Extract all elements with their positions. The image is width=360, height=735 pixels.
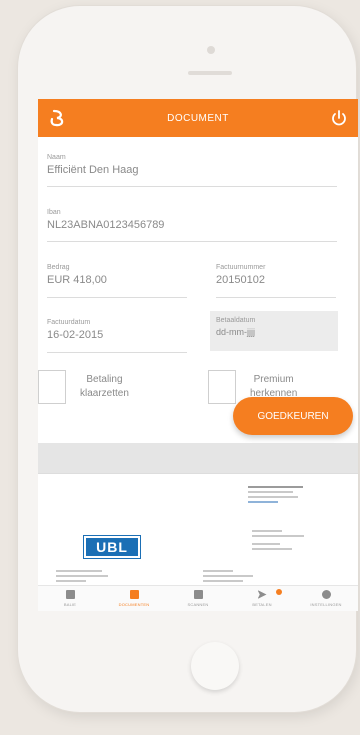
factuurdatum-label: Factuurdatum — [47, 319, 91, 326]
nav-item-instellingen[interactable]: INSTELLINGEN — [294, 586, 358, 611]
iban-field[interactable]: Iban NL23ABNA0123456789 — [47, 209, 337, 242]
factuurnummer-field[interactable]: Factuurnummer 20150102 — [216, 264, 336, 298]
nav-label-betalen: BETALEN — [252, 602, 272, 607]
betaling-checkbox-row[interactable]: Betaling klaarzetten — [38, 370, 129, 404]
naam-label: Naam — [47, 154, 66, 161]
invoice-meta-block — [203, 570, 263, 585]
betaling-label-line2: klaarzetten — [80, 388, 129, 399]
bottom-navigation: BALIE DOCUMENTEN SCANNEN BETALEN INSTELL… — [38, 585, 358, 611]
sender-address-block — [248, 486, 308, 506]
camera-dot — [207, 46, 215, 54]
naam-field[interactable]: Naam Efficiënt Den Haag — [47, 154, 337, 187]
betaaldatum-value: dd-mm-jjjj — [216, 327, 255, 337]
gear-icon — [321, 590, 331, 599]
nav-item-scannen[interactable]: SCANNEN — [166, 586, 230, 611]
speaker-slot — [188, 71, 232, 75]
home-button[interactable] — [191, 642, 239, 690]
app-bar: DOCUMENT — [38, 99, 358, 137]
approve-button[interactable]: GOEDKEUREN — [233, 397, 353, 435]
ubl-logo: UBL — [84, 536, 140, 558]
betaaldatum-label: Betaaldatum — [216, 317, 256, 324]
factuurdatum-value: 16-02-2015 — [47, 329, 104, 341]
nav-label-documenten: DOCUMENTEN — [118, 602, 150, 607]
bedrag-label: Bedrag — [47, 264, 70, 271]
premium-checkbox[interactable] — [208, 370, 236, 404]
invoice-preview[interactable]: UBL — [38, 473, 358, 585]
brand-logo-icon — [50, 109, 64, 127]
betaaldatum-field[interactable]: Betaaldatum dd-mm-jjjj — [210, 311, 338, 351]
send-icon — [257, 590, 267, 599]
recipient-block — [56, 570, 116, 585]
notification-badge — [276, 589, 282, 595]
bedrag-field[interactable]: Bedrag EUR 418,00 — [47, 264, 187, 298]
contact-block — [252, 530, 312, 553]
naam-value: Efficiënt Den Haag — [47, 164, 139, 176]
nav-item-betalen[interactable]: BETALEN — [230, 586, 294, 611]
betaling-checkbox[interactable] — [38, 370, 66, 404]
nav-item-balie[interactable]: BALIE — [38, 586, 102, 611]
document-icon — [129, 590, 139, 599]
app-screen: DOCUMENT Naam Efficiënt Den Haag Iban NL… — [38, 99, 358, 611]
camera-icon — [193, 590, 203, 599]
power-icon[interactable] — [330, 109, 348, 127]
nav-item-documenten[interactable]: DOCUMENTEN — [102, 586, 166, 611]
premium-label-line1: Premium — [253, 374, 294, 385]
nav-label-balie: BALIE — [63, 602, 77, 607]
factuurnummer-label: Factuurnummer — [216, 264, 266, 271]
factuurnummer-value: 20150102 — [216, 274, 265, 286]
nav-label-scannen: SCANNEN — [187, 602, 209, 607]
page-title: DOCUMENT — [167, 112, 229, 124]
preview-header-band — [38, 443, 358, 473]
factuurdatum-field[interactable]: Factuurdatum 16-02-2015 — [47, 319, 187, 353]
iban-value: NL23ABNA0123456789 — [47, 219, 165, 231]
iban-label: Iban — [47, 209, 61, 216]
nav-label-instellingen: INSTELLINGEN — [310, 602, 342, 607]
home-icon — [65, 590, 75, 599]
betaling-label-line1: Betaling — [86, 374, 123, 385]
bedrag-value: EUR 418,00 — [47, 274, 107, 286]
